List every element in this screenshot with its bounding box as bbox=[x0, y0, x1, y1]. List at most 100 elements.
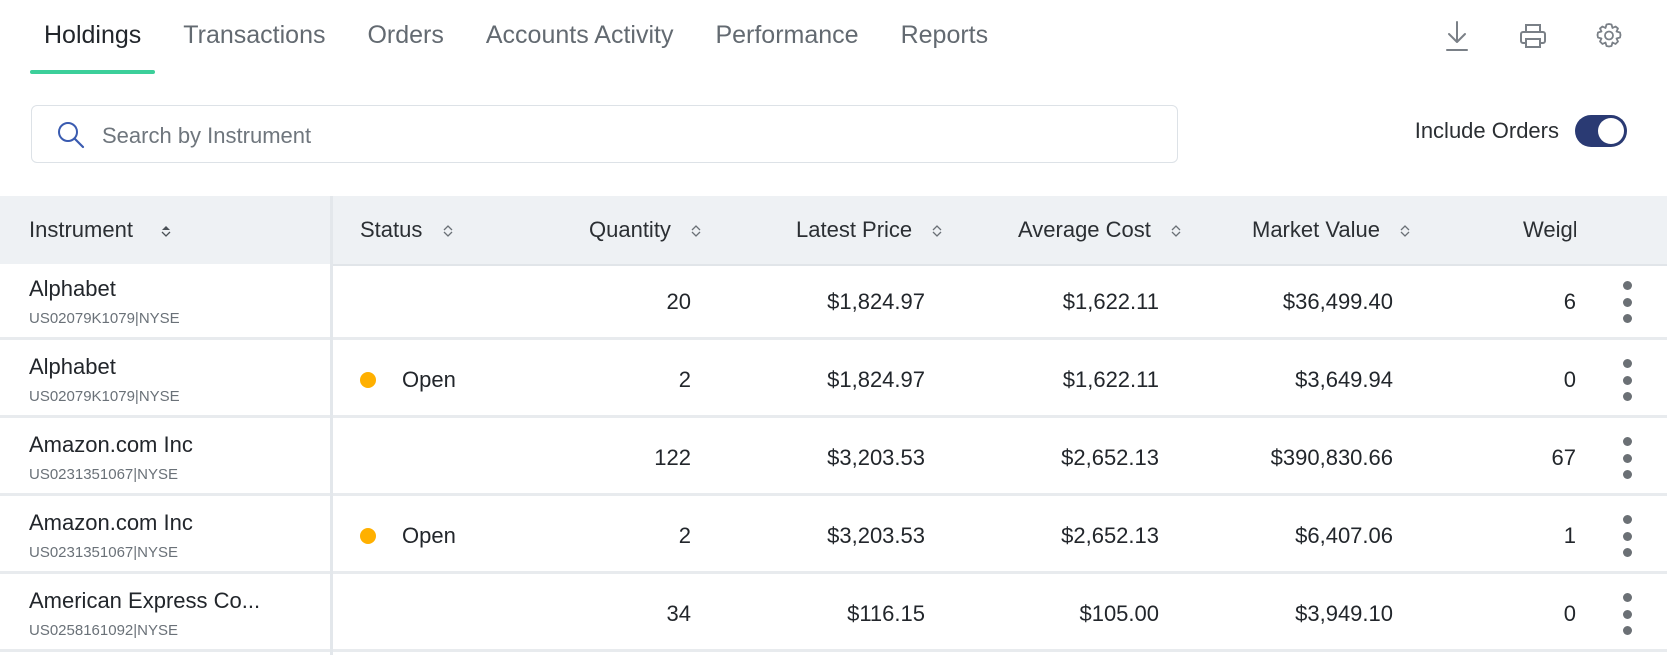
average-cost-cell: $2,652.13 bbox=[1061, 445, 1159, 470]
tab-accounts-activity[interactable]: Accounts Activity bbox=[472, 0, 688, 74]
sort-icon bbox=[691, 225, 701, 238]
quantity-cell: 2 bbox=[678, 523, 691, 548]
table-row[interactable]: Amazon.com Inc US0231351067|NYSE 122 $3,… bbox=[0, 420, 1667, 496]
instrument-id: US02079K1079|NYSE bbox=[29, 388, 180, 405]
instrument-id: US0231351067|NYSE bbox=[29, 466, 179, 483]
market-value-cell: $3,949.10 bbox=[1295, 601, 1393, 626]
weight-value: 1 bbox=[1563, 523, 1576, 548]
column-header-weight[interactable]: Weigl bbox=[1523, 196, 1576, 264]
quantity-cell: 34 bbox=[666, 601, 691, 626]
instrument-id: US0258161092|NYSE bbox=[29, 622, 179, 639]
market-value-cell: $36,499.40 bbox=[1282, 289, 1393, 314]
column-header-latest-price[interactable]: Latest Price bbox=[796, 196, 942, 264]
latest-price-cell: $3,203.53 bbox=[827, 523, 925, 548]
instrument-name: American Express Co... bbox=[29, 588, 261, 613]
market-value-cell: $6,407.06 bbox=[1295, 523, 1393, 548]
column-header-label: Weigl bbox=[1523, 217, 1576, 242]
weight-value: 0 bbox=[1563, 367, 1576, 392]
toolbar bbox=[1439, 18, 1627, 54]
weight-cell: 67 bbox=[1540, 420, 1576, 496]
instrument-name: Amazon.com Inc bbox=[29, 432, 193, 457]
status-badge: Open bbox=[360, 498, 456, 574]
table-row[interactable]: American Express Co... US0258161092|NYSE… bbox=[0, 576, 1667, 652]
row-menu-button[interactable] bbox=[1613, 359, 1641, 401]
tab-transactions[interactable]: Transactions bbox=[169, 0, 339, 74]
column-header-instrument[interactable]: Instrument bbox=[29, 196, 171, 264]
latest-price-cell: $116.15 bbox=[847, 601, 925, 626]
average-cost-cell: $105.00 bbox=[1079, 601, 1159, 626]
more-icon bbox=[1622, 437, 1632, 446]
row-menu-button[interactable] bbox=[1613, 281, 1641, 323]
download-icon bbox=[1446, 21, 1468, 51]
column-header-label: Instrument bbox=[29, 217, 133, 242]
status-dot-icon bbox=[360, 372, 376, 388]
print-button[interactable] bbox=[1515, 18, 1551, 54]
tab-bar: Holdings Transactions Orders Accounts Ac… bbox=[30, 0, 1016, 74]
column-header-quantity[interactable]: Quantity bbox=[589, 196, 701, 264]
instrument-id: US0231351067|NYSE bbox=[29, 544, 179, 561]
more-icon bbox=[1622, 515, 1632, 524]
more-icon bbox=[1622, 281, 1632, 290]
weight-value: 67 bbox=[1551, 445, 1576, 470]
column-header-label: Latest Price bbox=[796, 217, 913, 242]
table-row[interactable]: Alphabet US02079K1079|NYSE 20 $1,824.97 … bbox=[0, 264, 1667, 340]
sort-icon bbox=[1171, 225, 1181, 238]
status-text: Open bbox=[402, 367, 456, 392]
table-header: Instrument Status Quantity Latest Price … bbox=[0, 196, 1667, 266]
weight-cell: 1 bbox=[1540, 498, 1576, 574]
tab-holdings[interactable]: Holdings bbox=[30, 0, 156, 74]
table-row[interactable]: Alphabet US02079K1079|NYSE Open 2 $1,824… bbox=[0, 342, 1667, 418]
gear-icon bbox=[1596, 23, 1622, 48]
row-menu-button[interactable] bbox=[1613, 515, 1641, 557]
weight-cell: 6 bbox=[1540, 264, 1576, 340]
holdings-table: Instrument Status Quantity Latest Price … bbox=[0, 196, 1667, 655]
weight-cell: 0 bbox=[1540, 576, 1576, 652]
column-header-status[interactable]: Status bbox=[360, 196, 453, 264]
include-orders-label: Include Orders bbox=[1414, 118, 1559, 143]
quantity-cell: 2 bbox=[678, 367, 691, 392]
print-icon bbox=[1520, 24, 1546, 48]
tab-performance[interactable]: Performance bbox=[701, 0, 872, 74]
column-header-label: Average Cost bbox=[1018, 217, 1151, 242]
column-header-label: Quantity bbox=[589, 217, 671, 242]
quantity-cell: 20 bbox=[666, 289, 691, 314]
market-value-cell: $390,830.66 bbox=[1270, 445, 1393, 470]
column-header-average-cost[interactable]: Average Cost bbox=[1018, 196, 1181, 264]
settings-button[interactable] bbox=[1591, 18, 1627, 54]
weight-value: 6 bbox=[1563, 289, 1576, 314]
row-menu-button[interactable] bbox=[1613, 593, 1641, 635]
sort-icon bbox=[1400, 225, 1410, 238]
sort-icon bbox=[161, 226, 171, 238]
average-cost-cell: $1,622.11 bbox=[1062, 367, 1159, 392]
search-input[interactable] bbox=[100, 116, 1154, 156]
latest-price-cell: $1,824.97 bbox=[827, 367, 925, 392]
weight-value: 0 bbox=[1563, 601, 1576, 626]
sort-icon bbox=[443, 225, 452, 238]
instrument-name: Alphabet bbox=[29, 276, 116, 301]
more-icon bbox=[1622, 359, 1632, 368]
column-header-label: Market Value bbox=[1252, 217, 1380, 242]
row-menu-button[interactable] bbox=[1613, 437, 1641, 479]
table-row[interactable]: Amazon.com Inc US0231351067|NYSE Open 2 … bbox=[0, 498, 1667, 574]
sort-icon bbox=[932, 225, 942, 238]
status-dot-icon bbox=[360, 528, 376, 544]
instrument-name: Amazon.com Inc bbox=[29, 510, 193, 535]
download-button[interactable] bbox=[1439, 18, 1475, 54]
include-orders-toggle[interactable] bbox=[1575, 115, 1627, 147]
instrument-id: US02079K1079|NYSE bbox=[29, 310, 180, 327]
average-cost-cell: $2,652.13 bbox=[1061, 523, 1159, 548]
search-icon bbox=[58, 122, 85, 149]
toggle-knob bbox=[1598, 118, 1624, 144]
latest-price-cell: $3,203.53 bbox=[827, 445, 925, 470]
column-header-market-value[interactable]: Market Value bbox=[1252, 196, 1410, 264]
include-orders-control: Include Orders bbox=[1415, 115, 1627, 147]
weight-cell: 0 bbox=[1540, 342, 1576, 418]
market-value-cell: $3,649.94 bbox=[1295, 367, 1393, 392]
status-badge: Open bbox=[360, 342, 456, 418]
tab-reports[interactable]: Reports bbox=[887, 0, 1003, 74]
latest-price-cell: $1,824.97 bbox=[827, 289, 925, 314]
tab-orders[interactable]: Orders bbox=[353, 0, 457, 74]
frozen-column-divider bbox=[330, 196, 333, 655]
status-text: Open bbox=[402, 523, 456, 548]
more-icon bbox=[1622, 593, 1632, 602]
